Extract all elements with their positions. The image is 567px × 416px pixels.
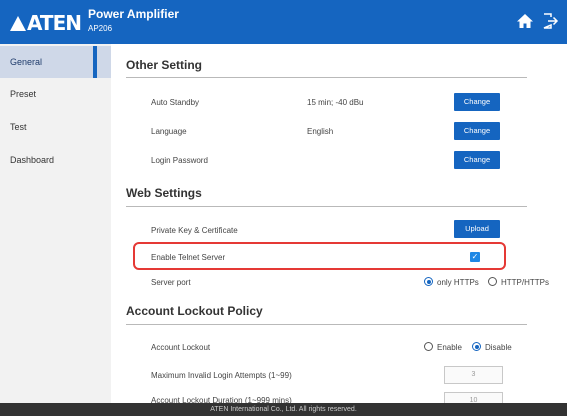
auto-standby-change-button[interactable]: Change xyxy=(454,93,500,111)
section-divider xyxy=(126,206,527,207)
lockout-enable-radio[interactable] xyxy=(424,342,433,351)
section-title-web-settings: Web Settings xyxy=(126,186,202,200)
sidebar: General Preset Test Dashboard xyxy=(0,44,111,416)
section-divider xyxy=(126,77,527,78)
sidebar-item-dashboard[interactable]: Dashboard xyxy=(0,144,111,176)
aten-logo: ATEN xyxy=(10,11,82,35)
logo-triangle-icon xyxy=(10,16,26,31)
app-title: Power Amplifier xyxy=(88,7,179,21)
sidebar-item-preset[interactable]: Preset xyxy=(0,78,111,110)
app-header: ATEN Power Amplifier AP206 xyxy=(0,0,567,44)
model-name: AP206 xyxy=(88,24,113,33)
login-password-change-button[interactable]: Change xyxy=(454,151,500,169)
lockout-disable-radio[interactable] xyxy=(472,342,481,351)
language-label: Language xyxy=(151,127,187,136)
server-port-label: Server port xyxy=(151,278,191,287)
port-only-https-radio[interactable] xyxy=(424,277,433,286)
max-attempts-label: Maximum Invalid Login Attempts (1~99) xyxy=(151,371,292,380)
private-key-label: Private Key & Certificate xyxy=(151,226,238,235)
language-value: English xyxy=(307,127,334,136)
port-http-https-radio[interactable] xyxy=(488,277,497,286)
section-title-other-setting: Other Setting xyxy=(126,58,203,72)
auto-standby-value: 15 min; -40 dBu xyxy=(307,98,364,107)
login-password-label: Login Password xyxy=(151,156,208,165)
sidebar-item-test[interactable]: Test xyxy=(0,111,111,143)
sidebar-item-general[interactable]: General xyxy=(0,46,111,78)
upload-certificate-button[interactable]: Upload xyxy=(454,220,500,238)
home-icon[interactable] xyxy=(516,12,534,30)
max-attempts-input[interactable]: 3 xyxy=(444,366,503,384)
main-content: Other Setting Auto Standby 15 min; -40 d… xyxy=(111,44,567,416)
section-title-account-lockout: Account Lockout Policy xyxy=(126,304,263,318)
account-lockout-label: Account Lockout xyxy=(151,343,211,352)
logout-icon[interactable] xyxy=(541,12,559,30)
auto-standby-label: Auto Standby xyxy=(151,98,200,107)
port-http-https-label: HTTP/HTTPs xyxy=(501,278,549,287)
enable-telnet-label: Enable Telnet Server xyxy=(151,253,226,262)
port-only-https-label: only HTTPs xyxy=(437,278,479,287)
lockout-enable-label: Enable xyxy=(437,343,462,352)
language-change-button[interactable]: Change xyxy=(454,122,500,140)
lockout-disable-label: Disable xyxy=(485,343,512,352)
section-divider xyxy=(126,324,527,325)
logo-text: ATEN xyxy=(27,11,82,35)
footer: ATEN International Co., Ltd. All rights … xyxy=(0,403,567,416)
enable-telnet-checkbox[interactable]: ✓ xyxy=(470,252,480,262)
